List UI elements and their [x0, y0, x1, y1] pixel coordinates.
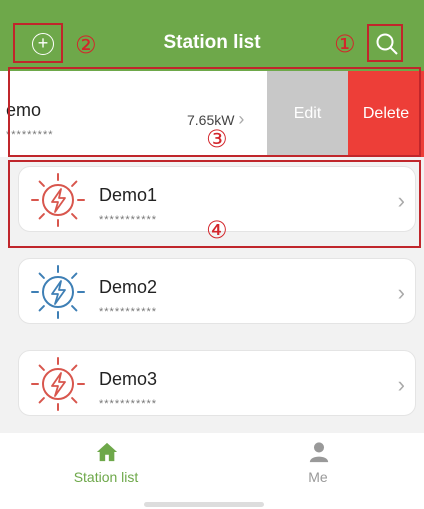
- page-title: Station list: [163, 32, 261, 53]
- chevron-right-icon: ›: [397, 280, 405, 305]
- annotation-marker-1: ①: [334, 30, 356, 58]
- solar-bolt-icon: [31, 357, 85, 411]
- solar-bolt-icon: [31, 265, 85, 319]
- station-card-3[interactable]: Demo3 *********** ›: [18, 350, 416, 416]
- annotation-marker-2: ②: [75, 31, 97, 59]
- search-icon: [376, 33, 398, 55]
- station-name: Demo2: [99, 277, 158, 297]
- station-name: Demo3: [99, 369, 158, 389]
- tab-label: Me: [308, 469, 328, 485]
- annotation-frame-add: [13, 23, 63, 63]
- tab-bar: Station list Me: [0, 433, 424, 509]
- annotation-marker-3: ③: [206, 125, 228, 153]
- annotation-marker-4: ④: [206, 216, 228, 244]
- search-button[interactable]: [367, 24, 403, 62]
- tab-me[interactable]: Me: [212, 433, 424, 493]
- tab-station-list[interactable]: Station list: [0, 433, 212, 493]
- home-icon: [96, 442, 118, 462]
- home-indicator: [144, 502, 264, 507]
- tab-label: Station list: [73, 469, 139, 485]
- station-card-2[interactable]: Demo2 *********** ›: [18, 258, 416, 324]
- station-id-masked: ***********: [99, 398, 158, 410]
- station-id-masked: ***********: [99, 306, 158, 318]
- person-icon: [309, 442, 329, 463]
- chevron-right-icon: ›: [397, 372, 405, 397]
